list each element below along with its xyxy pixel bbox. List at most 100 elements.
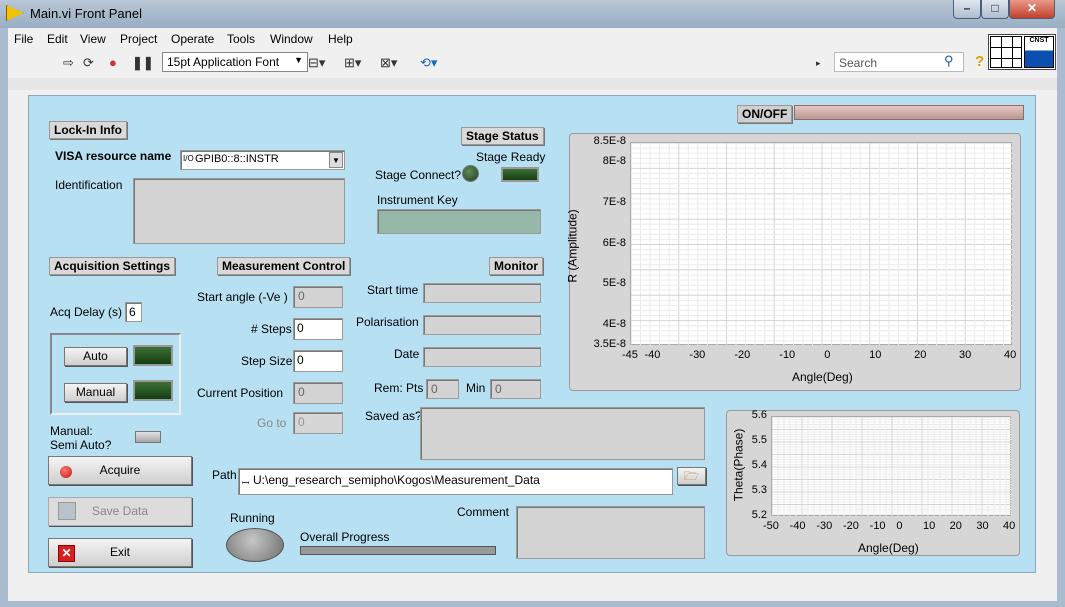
acquire-label: Acquire xyxy=(99,463,141,477)
path-input[interactable]: ꟷ U:\eng_research_semipho\Kogos\Measurem… xyxy=(238,468,673,495)
amplitude-graph: -45 -40 -30 -20 -10 0 10 20 30 40 8.5E-8 8E-8 7E-8 6E… xyxy=(565,133,1021,391)
path-type-icon: ꟷ xyxy=(242,478,250,488)
mode-group: Auto Manual xyxy=(50,333,181,415)
instrument-key-indicator xyxy=(377,209,541,234)
help-icon[interactable]: ? xyxy=(975,53,984,70)
x-tick-label: 10 xyxy=(869,349,882,361)
x-tick-label: -50 xyxy=(763,520,779,532)
goto-input[interactable]: 0 xyxy=(293,412,343,434)
acq-delay-input[interactable]: 6 xyxy=(125,302,142,322)
running-led xyxy=(226,528,284,562)
save-data-icon xyxy=(58,502,76,520)
amplitude-plot-area[interactable] xyxy=(630,142,1013,346)
phase-xlabel: Angle(Deg) xyxy=(858,541,919,555)
phase-ylabel: Theta(Phase) xyxy=(731,428,746,502)
step-size-input[interactable]: 0 xyxy=(293,350,343,372)
x-tick-label: 20 xyxy=(949,520,962,532)
distribute-objects-icon[interactable]: ⊞▾ xyxy=(344,55,361,71)
x-tick-label: 40 xyxy=(1003,520,1016,532)
saved-as-label: Saved as? xyxy=(365,409,422,423)
path-label: Path xyxy=(212,468,237,482)
maximize-button[interactable]: □ xyxy=(981,0,1009,19)
minimize-button[interactable]: – xyxy=(953,0,981,19)
running-label: Running xyxy=(230,511,275,525)
vi-logo-icon[interactable]: CNST xyxy=(1024,36,1054,68)
x-tick-label: -20 xyxy=(843,520,859,532)
onoff-switch[interactable] xyxy=(794,105,1024,120)
goto-label: Go to xyxy=(257,416,287,430)
saved-as-indicator xyxy=(420,407,705,460)
folder-browse-icon[interactable]: 🗁 xyxy=(677,467,706,485)
y-tick-label: 3.5E-8 xyxy=(593,338,626,350)
record-icon xyxy=(60,466,72,478)
menu-view[interactable]: View xyxy=(80,32,106,46)
x-tick-label: 30 xyxy=(959,349,972,361)
semi-auto-toggle[interactable] xyxy=(135,431,161,443)
semi-auto-label-2: Semi Auto? xyxy=(50,438,112,452)
window-title: Main.vi Front Panel xyxy=(30,6,142,21)
menu-operate[interactable]: Operate xyxy=(171,32,214,46)
pause-icon[interactable]: ❚❚ xyxy=(132,55,154,71)
stage-ready-label: Stage Ready xyxy=(476,150,546,164)
instrument-key-label: Instrument Key xyxy=(377,193,458,207)
y-tick-label: 8.5E-8 xyxy=(593,135,626,147)
x-tick-label: 0 xyxy=(824,349,831,361)
font-select-value: 15pt Application Font xyxy=(167,55,280,69)
reorder-icon[interactable]: ⟲▾ xyxy=(420,55,437,71)
scroll-strip xyxy=(8,78,1057,90)
acq-header: Acquisition Settings xyxy=(49,257,176,275)
connector-pane-icon[interactable] xyxy=(990,36,1022,68)
comment-label: Comment xyxy=(457,505,510,519)
save-data-button[interactable]: Save Data xyxy=(48,497,192,526)
menu-file[interactable]: File xyxy=(14,32,33,46)
steps-label: # Steps xyxy=(251,322,292,336)
x-tick-label: -20 xyxy=(734,349,751,361)
stage-ready-led xyxy=(501,167,539,182)
manual-button[interactable]: Manual xyxy=(64,383,127,402)
date-label: Date xyxy=(394,347,420,361)
title-bar: Main.vi Front Panel – □ ✕ xyxy=(0,0,1065,28)
align-objects-icon[interactable]: ⊟▾ xyxy=(308,55,325,71)
x-tick-label: 30 xyxy=(976,520,989,532)
y-tick-label: 5.2 xyxy=(751,509,767,521)
polarisation-label: Polarisation xyxy=(356,315,419,329)
x-tick-label: -45 xyxy=(622,349,638,361)
stage-connect-led[interactable] xyxy=(462,165,479,182)
auto-led xyxy=(133,345,173,366)
menu-project[interactable]: Project xyxy=(120,32,157,46)
y-tick-label: 5.6 xyxy=(751,409,767,421)
chevron-down-icon[interactable]: ▼ xyxy=(329,152,343,168)
progress-bar xyxy=(300,546,496,555)
date-indicator xyxy=(423,347,541,367)
x-tick-label: -30 xyxy=(816,520,833,532)
acquire-button[interactable]: Acquire xyxy=(48,456,192,485)
phase-graph: -50 -40 -30 -20 -10 0 10 20 30 40 5.6 5.5 5.4 5.3 5.2 … xyxy=(726,409,1020,556)
measurement-header: Measurement Control xyxy=(217,257,351,275)
search-icon[interactable]: ⚲ xyxy=(944,53,954,69)
run-arrow-icon[interactable]: ⇨ xyxy=(63,55,74,71)
exit-button[interactable]: ✕ Exit xyxy=(48,538,192,567)
visa-select[interactable]: I/O GPIB0::8::INSTR ▼ xyxy=(180,150,345,170)
menu-tools[interactable]: Tools xyxy=(227,32,255,46)
start-time-label: Start time xyxy=(367,283,419,297)
abort-icon[interactable]: ● xyxy=(109,55,117,70)
exit-label: Exit xyxy=(109,545,130,559)
monitor-header: Monitor xyxy=(489,257,543,275)
menu-window[interactable]: Window xyxy=(270,32,313,46)
run-continuously-icon[interactable]: ⟳ xyxy=(83,55,94,71)
grid-lines xyxy=(772,417,1012,517)
identification-label: Identification xyxy=(55,178,123,192)
font-select[interactable]: 15pt Application Font ▼ xyxy=(162,52,308,72)
menu-edit[interactable]: Edit xyxy=(47,32,68,46)
menu-help[interactable]: Help xyxy=(328,32,353,46)
auto-button[interactable]: Auto xyxy=(64,347,127,366)
lockin-header: Lock-In Info xyxy=(49,121,127,139)
save-data-label: Save Data xyxy=(91,504,149,518)
amplitude-ylabel: R (Amplitude) xyxy=(565,209,580,283)
resize-objects-icon[interactable]: ⊠▾ xyxy=(380,55,397,71)
close-button[interactable]: ✕ xyxy=(1009,0,1055,19)
steps-input[interactable]: 0 xyxy=(293,318,343,340)
x-tick-label: -10 xyxy=(869,520,886,532)
amplitude-xlabel: Angle(Deg) xyxy=(792,370,853,384)
phase-plot-area[interactable] xyxy=(771,416,1012,517)
